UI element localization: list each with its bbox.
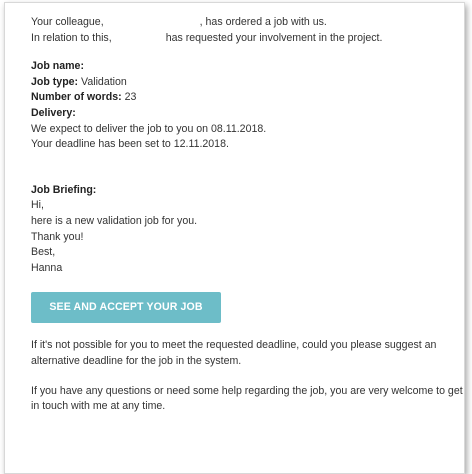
delivery-date-text: We expect to deliver the job to you on 0… bbox=[31, 122, 267, 135]
briefing-label: Job Briefing: bbox=[31, 183, 97, 196]
intro-line-request: In relation to this, has requested your i… bbox=[31, 31, 463, 47]
intro-colleague-suffix: , has ordered a job with us. bbox=[199, 16, 327, 28]
job-name-row: Job name: bbox=[31, 59, 463, 75]
briefing-row: Job Briefing: bbox=[31, 183, 463, 199]
delivery-row: Delivery: bbox=[31, 106, 463, 122]
briefing-line: Hi, bbox=[31, 199, 44, 212]
intro-request-prefix: In relation to this, bbox=[31, 31, 112, 44]
briefing-line: Best, bbox=[31, 246, 56, 259]
email-body: Your colleague, , has ordered a job with … bbox=[31, 15, 463, 415]
job-type-label: Job type: bbox=[31, 75, 79, 88]
intro-line-colleague: Your colleague, , has ordered a job with … bbox=[31, 15, 463, 31]
word-count-value: 23 bbox=[124, 91, 137, 104]
briefing-line: here is a new validation job for you. bbox=[31, 214, 198, 227]
briefing-line: Thank you! bbox=[31, 230, 84, 243]
email-card: Your colleague, , has ordered a job with … bbox=[4, 2, 465, 474]
intro-request-suffix: has requested your involvement in the pr… bbox=[165, 31, 383, 44]
delivery-label: Delivery: bbox=[31, 106, 76, 119]
job-type-row: Job type: Validation bbox=[31, 75, 463, 91]
briefing-line: Hanna bbox=[31, 261, 63, 274]
deadline-date-text: Your deadline has been set to 12.11.2018… bbox=[31, 138, 229, 151]
deadline-suggestion-text: If it's not possible for you to meet the… bbox=[31, 339, 437, 367]
job-name-label: Job name: bbox=[31, 60, 84, 73]
help-contact-text: If you have any questions or need some h… bbox=[31, 384, 463, 413]
intro-colleague-prefix: Your colleague, bbox=[31, 16, 104, 28]
see-and-accept-job-button[interactable]: SEE AND ACCEPT YOUR JOB bbox=[31, 292, 221, 324]
word-count-label: Number of words: bbox=[31, 91, 122, 104]
job-type-value: Validation bbox=[81, 75, 127, 88]
word-count-row: Number of words: 23 bbox=[31, 90, 463, 106]
